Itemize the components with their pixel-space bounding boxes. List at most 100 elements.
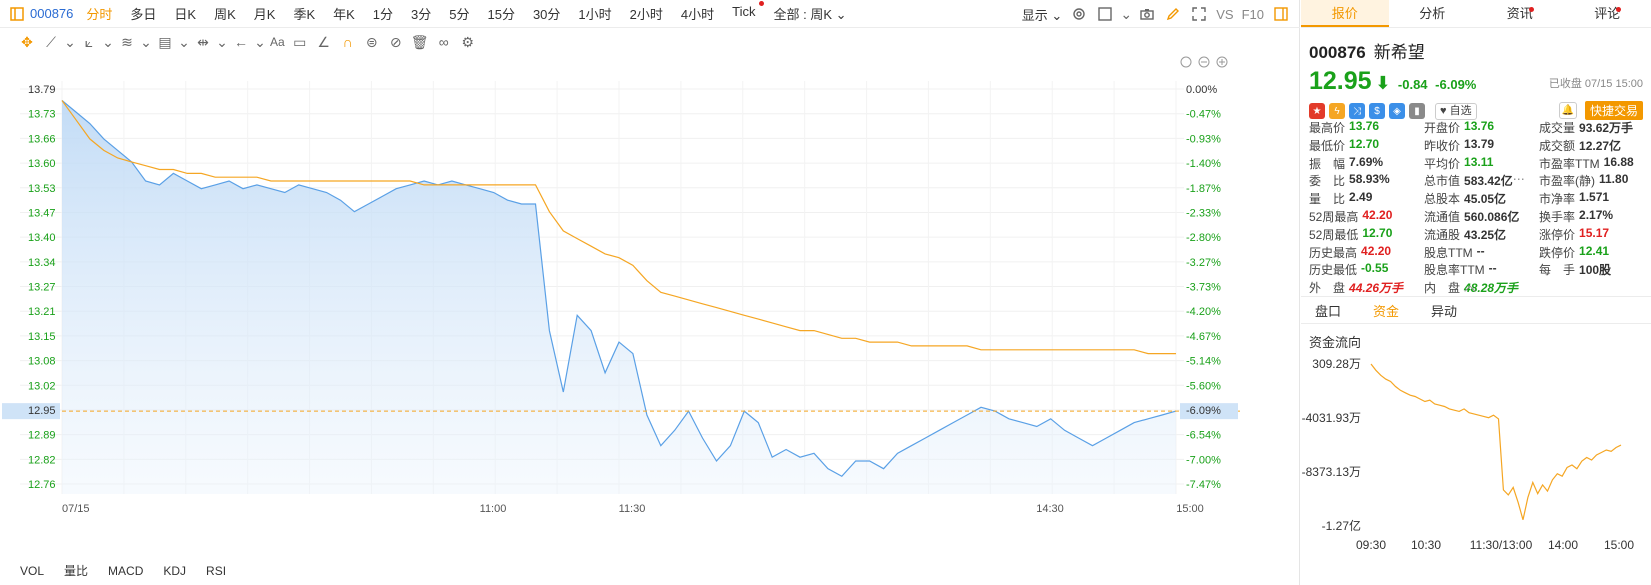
- quick-trade-button[interactable]: 快捷交易: [1584, 101, 1643, 120]
- period-tab[interactable]: 1小时: [569, 4, 620, 23]
- pencil-icon[interactable]: [1164, 5, 1182, 23]
- text-tool[interactable]: Aa: [270, 35, 285, 49]
- period-tab[interactable]: 15分: [478, 4, 523, 23]
- sub-tab[interactable]: 异动: [1431, 301, 1457, 320]
- right-tab[interactable]: 报价: [1301, 0, 1389, 27]
- period-tab[interactable]: 1分: [364, 4, 402, 23]
- layout-square-icon[interactable]: [1096, 5, 1114, 23]
- indicator-tab[interactable]: KDJ: [163, 564, 186, 578]
- bell-icon[interactable]: 🔔: [1559, 102, 1577, 119]
- all-period-select[interactable]: 全部 : 周K ⌄: [764, 4, 855, 23]
- dollar-icon[interactable]: $: [1369, 103, 1385, 119]
- fullscreen-icon[interactable]: [1190, 5, 1208, 23]
- indicator-tab[interactable]: VOL: [20, 564, 44, 578]
- sub-tab[interactable]: 盘口: [1315, 301, 1341, 320]
- trash-icon[interactable]: 🗑: [411, 33, 429, 51]
- wave-tool-icon[interactable]: ≋: [118, 33, 136, 51]
- period-tab[interactable]: 周K: [205, 4, 245, 23]
- line-tool-icon[interactable]: ⟋: [42, 33, 60, 51]
- display-menu[interactable]: 显示 ⌄: [1022, 5, 1063, 24]
- indicator-tab[interactable]: MACD: [108, 564, 143, 578]
- settings-gear-icon[interactable]: [1070, 5, 1088, 23]
- hide-icon[interactable]: ⊘: [387, 33, 405, 51]
- arrow-tool-icon[interactable]: ←: [232, 33, 250, 51]
- period-tab[interactable]: 季K: [284, 4, 324, 23]
- bookmark-icon[interactable]: ▮: [1409, 103, 1425, 119]
- magnet-icon[interactable]: ∩: [339, 33, 357, 51]
- zoom-in-icon[interactable]: [1216, 56, 1228, 68]
- comment-icon[interactable]: ▭: [291, 33, 309, 51]
- period-tab[interactable]: 月K: [245, 4, 285, 23]
- chevron-down-icon[interactable]: ⌄: [254, 33, 266, 51]
- intraday-chart[interactable]: 13.79 13.73 13.66 13.60 13.53 13.47 13.40 13.34…: [0, 56, 1300, 556]
- indicator-tab[interactable]: 量比: [64, 562, 88, 579]
- flow-y-tick: -8373.13万: [1302, 465, 1361, 479]
- period-tab[interactable]: 5分: [440, 4, 478, 23]
- y-pct-tick-label: -4.20%: [1186, 306, 1221, 318]
- gear-icon[interactable]: ⚙: [459, 33, 477, 51]
- stock-code[interactable]: 000876: [26, 6, 77, 21]
- range-tool-icon[interactable]: ⇹: [194, 33, 212, 51]
- fund-flow-chart[interactable]: 309.28万 -4031.93万 -8373.13万 -1.27亿 09:30 10:3…: [1301, 352, 1651, 585]
- stat-label: 振 幅: [1309, 156, 1346, 171]
- stat-cell: 委 比 58.93%: [1309, 172, 1424, 190]
- stat-value: 1.571: [1579, 190, 1610, 205]
- lock-icon[interactable]: ⊜: [363, 33, 381, 51]
- tag-icon[interactable]: ◈: [1389, 103, 1405, 119]
- add-watchlist-button[interactable]: ♥ 自选: [1435, 102, 1477, 120]
- panel-toggle-icon[interactable]: [8, 5, 26, 23]
- link-icon[interactable]: ∞: [435, 33, 453, 51]
- chevron-down-icon[interactable]: ⌄: [64, 33, 76, 51]
- period-tab[interactable]: 2小时: [621, 4, 672, 23]
- trend-tool-icon[interactable]: ⟀: [80, 33, 98, 51]
- stat-row: 52周最低 12.70 流通股 43.25亿 涨停价 15.17: [1309, 226, 1649, 244]
- stat-label: 最高价: [1309, 121, 1346, 135]
- compare-vs-button[interactable]: VS: [1216, 7, 1233, 22]
- bolt-icon[interactable]: ϟ: [1329, 103, 1345, 119]
- zoom-out-icon[interactable]: [1198, 56, 1210, 68]
- period-tab[interactable]: 日K: [165, 4, 205, 23]
- period-tab[interactable]: 3分: [402, 4, 440, 23]
- chevron-down-icon[interactable]: ⌄: [1120, 5, 1132, 23]
- period-tab[interactable]: 多日: [121, 4, 165, 23]
- stat-cell: 开盘价 13.76: [1424, 119, 1539, 137]
- chevron-down-icon[interactable]: ⌄: [178, 33, 190, 51]
- stat-label: 每 手: [1539, 263, 1576, 278]
- indicator-tab[interactable]: RSI: [206, 564, 226, 578]
- x-tick-label: 15:00: [1176, 503, 1204, 515]
- period-tab[interactable]: Tick: [723, 1, 765, 23]
- sub-tab[interactable]: 资金: [1373, 301, 1399, 320]
- stat-value: 7.69%: [1349, 154, 1384, 169]
- period-tab[interactable]: 年K: [324, 4, 364, 23]
- period-tab[interactable]: 30分: [524, 4, 569, 23]
- camera-icon[interactable]: [1138, 5, 1156, 23]
- chevron-down-icon[interactable]: ⌄: [102, 33, 114, 51]
- f10-button[interactable]: F10: [1242, 7, 1264, 22]
- more-icon[interactable]: ⋯: [1513, 172, 1525, 190]
- chevron-down-icon[interactable]: ⌄: [140, 33, 152, 51]
- flag-cn-icon[interactable]: ★: [1309, 103, 1325, 119]
- right-tab[interactable]: 评论: [1564, 0, 1651, 27]
- y-pct-tick-label: -0.47%: [1186, 109, 1221, 121]
- last-price: 12.95: [1309, 67, 1372, 95]
- move-crosshair-icon[interactable]: ✥: [18, 33, 36, 51]
- chevron-down-icon[interactable]: ⌄: [216, 33, 228, 51]
- stock-name: 新希望: [1373, 43, 1425, 62]
- display-label: 显示: [1021, 7, 1048, 23]
- badge-list: ★ ϟ ⤨ $ ◈ ▮: [1309, 103, 1425, 119]
- stat-cell: 股息率TTM --: [1424, 261, 1539, 279]
- stat-label: 跌停价: [1539, 245, 1576, 260]
- shuffle-icon[interactable]: ⤨: [1349, 103, 1365, 119]
- reset-icon[interactable]: [1180, 56, 1192, 68]
- right-tab[interactable]: 分析: [1389, 0, 1477, 27]
- right-tab[interactable]: 资讯: [1476, 0, 1564, 27]
- fib-tool-icon[interactable]: ▤: [156, 33, 174, 51]
- stat-value: 13.76: [1349, 119, 1380, 133]
- split-panel-icon[interactable]: [1272, 5, 1290, 23]
- eraser-line-icon[interactable]: ∠: [315, 33, 333, 51]
- stat-value: 43.25亿: [1464, 227, 1507, 242]
- intraday-chart-svg[interactable]: 13.79 13.73 13.66 13.60 13.53 13.47 13.40 13.34…: [0, 56, 1300, 556]
- quote-panel: 报价 分析 资讯 评论 000876 新希望 12.95 ⬇ -0.84 -6.09% …: [1301, 0, 1651, 585]
- period-tab[interactable]: 4小时: [672, 4, 723, 23]
- period-tab[interactable]: 分时: [77, 4, 121, 23]
